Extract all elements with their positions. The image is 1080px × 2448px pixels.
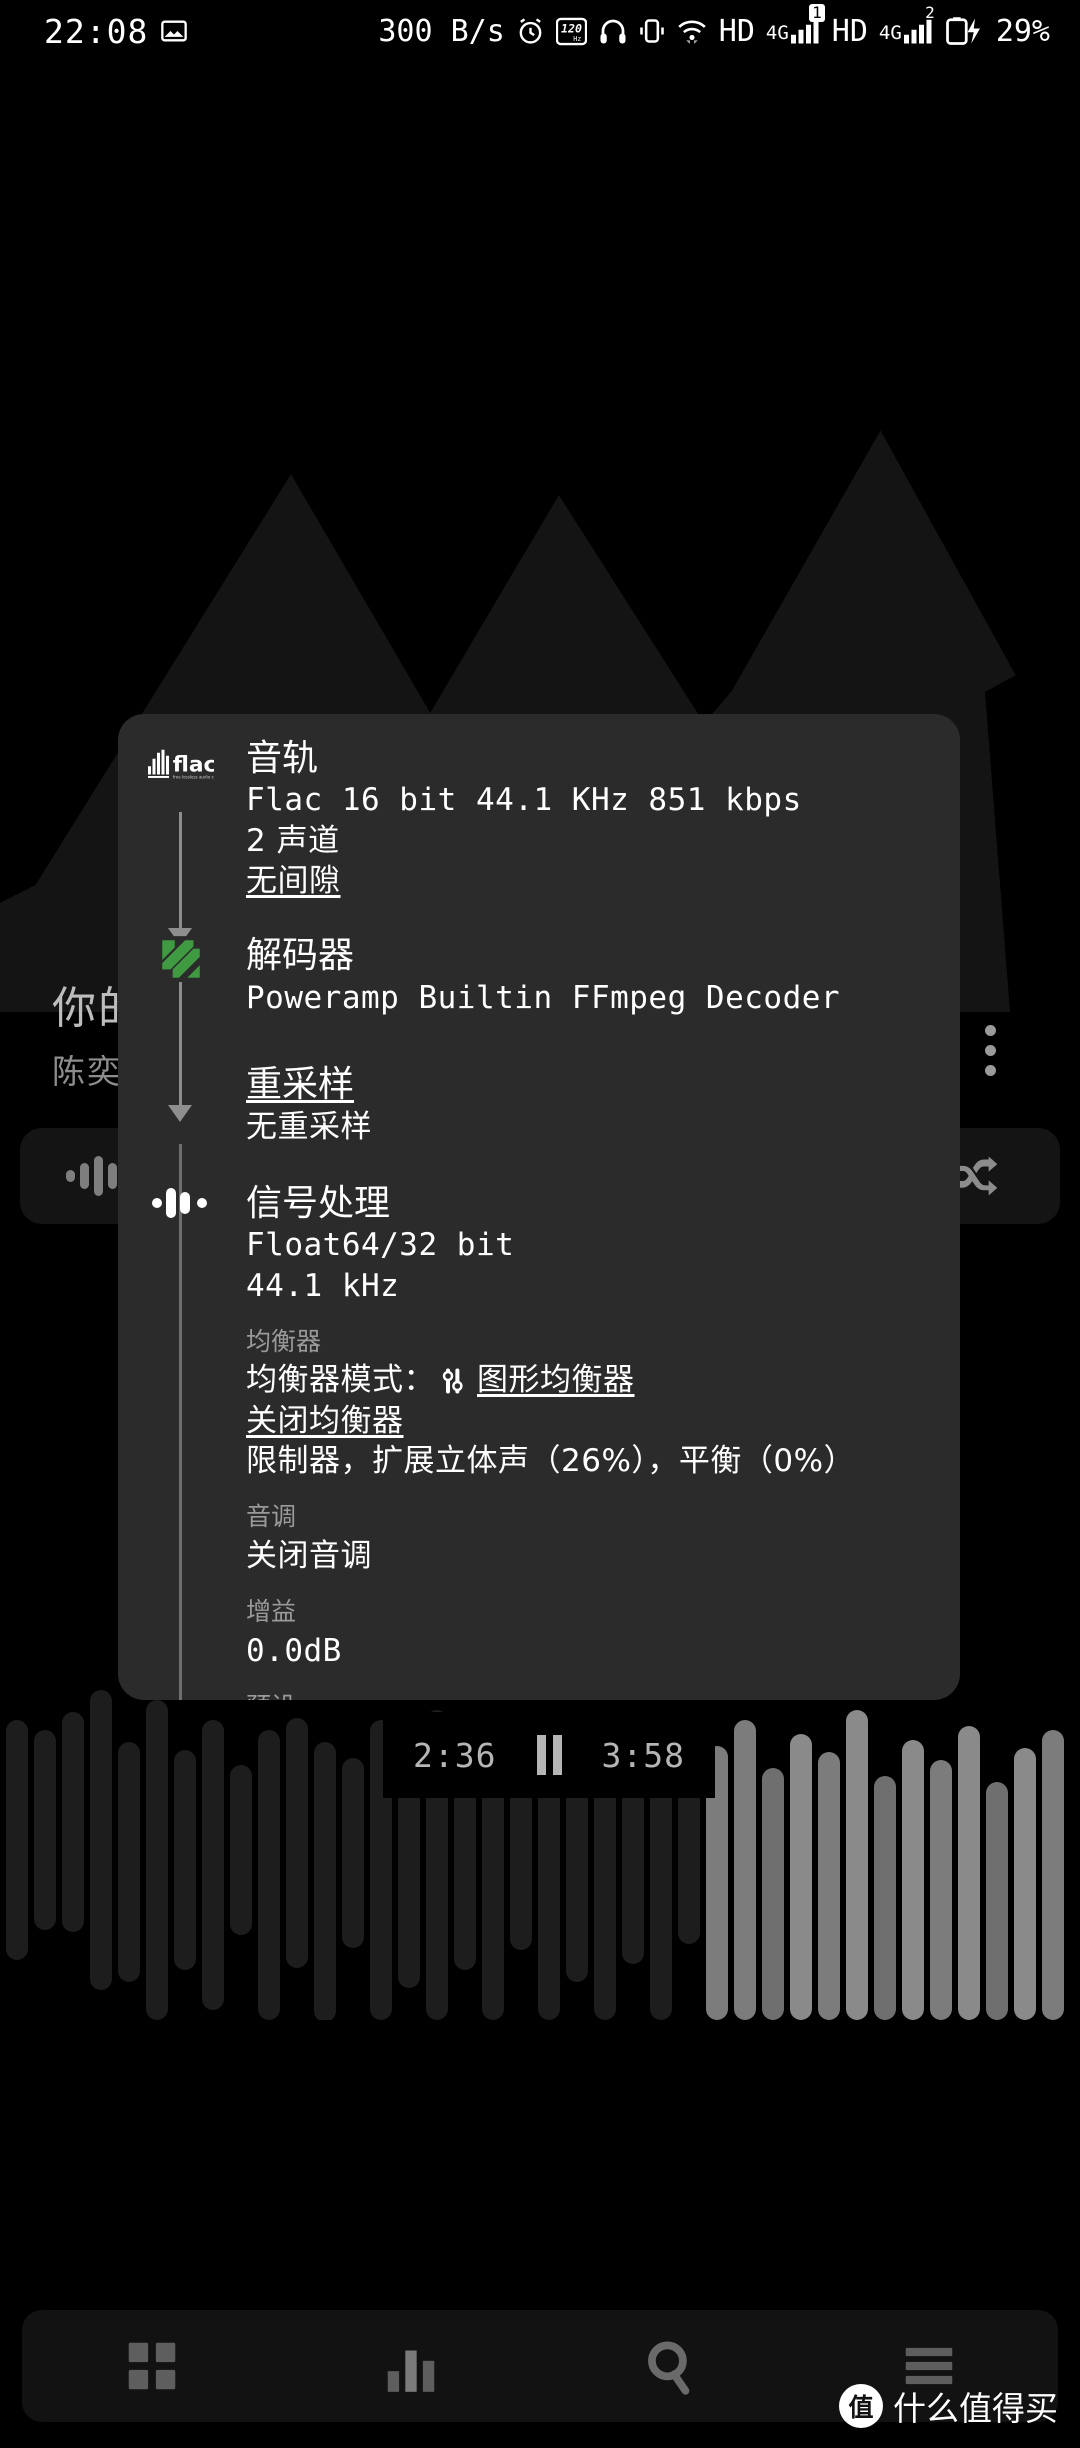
battery-charging-icon	[945, 16, 985, 46]
network-speed: 300 B/s	[378, 13, 505, 49]
track-section-body: 音轨 Flac 16 bit 44.1 KHz 851 kbps 2 声道 无间…	[246, 738, 960, 901]
menu-dot	[985, 1025, 996, 1036]
group-label-gain: 增益	[246, 1597, 297, 1627]
section-title-resampling[interactable]: 重采样	[246, 1064, 936, 1106]
pause-bar	[552, 1735, 562, 1775]
resampling-value-line: 无重采样	[246, 1108, 372, 1145]
nav-item-equalizer[interactable]	[281, 2310, 540, 2422]
dialog-section-track: flac free lossless audio codec 音轨 Flac 1…	[118, 714, 960, 901]
gain-value-line: 0.0dB	[246, 1632, 342, 1669]
watermark-text: 什么值得买	[893, 2389, 1058, 2428]
sim2-network-type: 4G	[878, 22, 902, 44]
section-title-signal-processing: 信号处理	[246, 1182, 391, 1224]
image-icon	[160, 17, 188, 45]
flac-logo-icon: flac free lossless audio codec	[148, 736, 214, 792]
sp-samplerate-line: 44.1 kHz	[246, 1267, 400, 1304]
headphones-icon	[598, 16, 628, 46]
section-title-track: 音轨	[246, 738, 319, 779]
ffmpeg-logo-icon	[148, 931, 214, 987]
sp-bitdepth-line: Float64/32 bit	[246, 1227, 515, 1264]
section-title-decoder: 解码器	[246, 935, 355, 977]
nav-item-search[interactable]	[540, 2310, 799, 2422]
status-bar-left: 22:08	[44, 12, 188, 51]
tone-value-line: 关闭音调	[246, 1537, 372, 1574]
search-icon	[647, 2341, 689, 2395]
volte-hd-label-2: HD	[831, 13, 868, 49]
eq-mode-value[interactable]: 图形均衡器	[477, 1360, 635, 1400]
resampling-section-body: 重采样 无重采样	[246, 1064, 960, 1147]
sim1-network-type: 4G	[765, 22, 789, 44]
refresh-rate-120hz-icon: 120 Hz	[555, 17, 587, 46]
waveform-bars-remaining	[706, 1710, 1064, 2020]
eq-mode-prefix: 均衡器模式：	[246, 1362, 435, 1399]
signal-processing-icon	[148, 1175, 214, 1231]
eq-toggle-link[interactable]: 关闭均衡器	[246, 1401, 936, 1441]
wifi-icon	[676, 17, 708, 45]
total-duration: 3:58	[601, 1735, 685, 1775]
decoder-name-line: Poweramp Builtin FFmpeg Decoder	[246, 979, 841, 1016]
equalizer-icon	[387, 2350, 434, 2392]
sim2-slot-badge: 2	[925, 3, 935, 22]
status-bar: 22:08 300 B/s 120 Hz HD 4G 1 HD 4G 2 29%	[0, 0, 1080, 62]
svg-text:free lossless audio codec: free lossless audio codec	[173, 774, 214, 779]
status-bar-right: 300 B/s 120 Hz HD 4G 1 HD 4G 2 29%	[378, 4, 1050, 49]
dialog-section-resampling: 重采样 无重采样	[118, 1018, 960, 1147]
pause-bar	[536, 1735, 546, 1775]
sim1-signal: 4G 1	[765, 4, 825, 44]
alarm-icon	[516, 17, 545, 46]
group-label-preset: 预设	[246, 1688, 936, 1700]
track-gapless-link[interactable]: 无间隙	[246, 861, 936, 901]
nav-item-library[interactable]	[22, 2310, 281, 2422]
watermark-badge-icon: 值	[839, 2384, 883, 2428]
sim2-signal: 4G 2	[878, 4, 935, 44]
track-channels-line: 2 声道	[246, 822, 340, 859]
group-label-tone: 音调	[246, 1502, 297, 1532]
battery-percent: 29%	[995, 13, 1050, 49]
menu-dot	[985, 1045, 996, 1056]
group-label-equalizer: 均衡器	[246, 1326, 322, 1356]
dialog-section-decoder: 解码器 Poweramp Builtin FFmpeg Decoder	[118, 901, 960, 1018]
elapsed-time: 2:36	[413, 1735, 497, 1775]
svg-text:120: 120	[561, 21, 582, 35]
track-artist: 陈奕	[52, 1052, 122, 1091]
dialog-section-signal-processing: 信号处理 Float64/32 bit 44.1 kHz 均衡器 均衡器模式： …	[118, 1147, 960, 1700]
eq-sliders-icon	[442, 1368, 463, 1394]
playback-time-indicator: 2:36 3:58	[383, 1712, 715, 1798]
watermark: 值 什么值得买	[839, 2382, 1058, 2430]
volte-hd-label-1: HD	[718, 13, 755, 49]
sim1-slot-badge: 1	[809, 4, 825, 22]
signal-processing-body: 信号处理 Float64/32 bit 44.1 kHz 均衡器 均衡器模式： …	[246, 1183, 960, 1700]
track-format-line: Flac 16 bit 44.1 KHz 851 kbps	[246, 782, 802, 819]
pause-icon[interactable]	[536, 1735, 562, 1775]
eq-mode-row[interactable]: 均衡器模式： 图形均衡器	[246, 1360, 936, 1400]
svg-text:Hz: Hz	[573, 35, 581, 43]
decoder-section-body: 解码器 Poweramp Builtin FFmpeg Decoder	[246, 935, 960, 1018]
eq-effects-line: 限制器，扩展立体声（26%），平衡（0%）	[246, 1443, 856, 1480]
audio-info-dialog[interactable]: flac free lossless audio codec 音轨 Flac 1…	[118, 714, 960, 1700]
grid-library-icon	[128, 2342, 175, 2390]
status-clock: 22:08	[44, 11, 149, 51]
overflow-menu-icon[interactable]	[985, 1025, 996, 1076]
vibrate-icon	[639, 17, 665, 45]
menu-dot	[985, 1065, 996, 1076]
